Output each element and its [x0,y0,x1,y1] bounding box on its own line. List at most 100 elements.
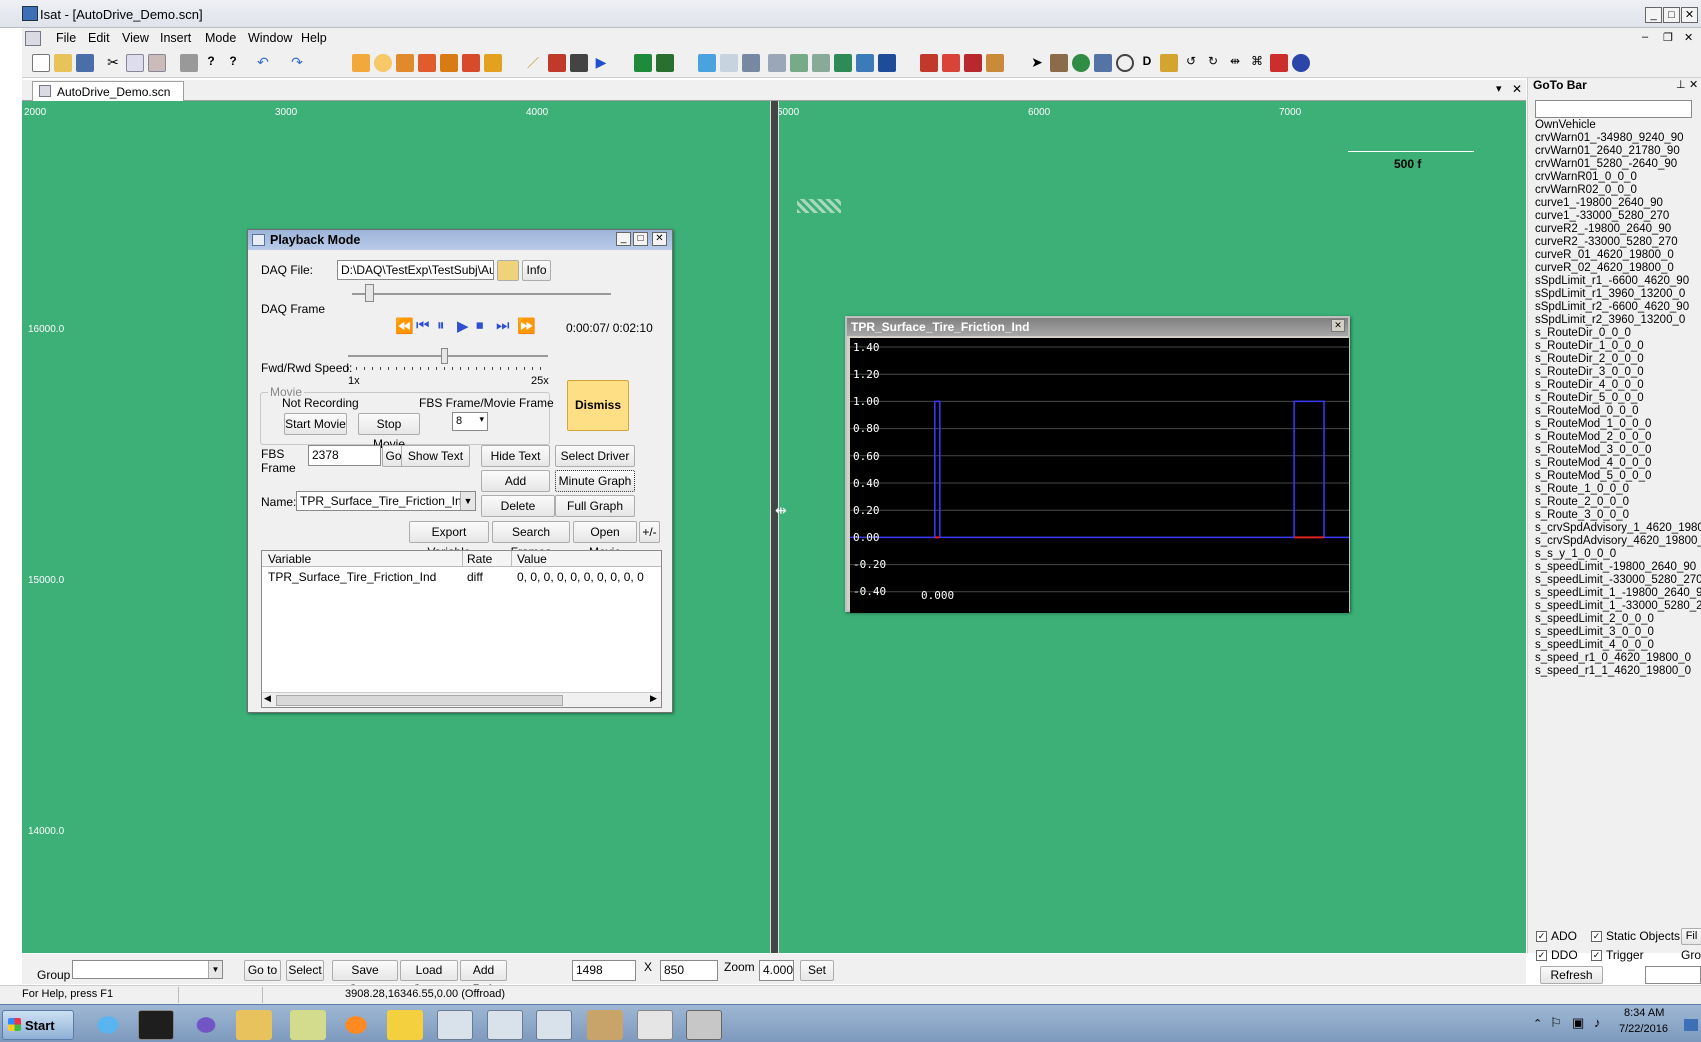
horizontal-scrollbar[interactable]: ◀ ▶ [262,692,661,707]
vehicle-2-icon[interactable] [942,54,960,72]
app-icon-1[interactable] [290,1010,326,1040]
goto-list-item[interactable]: sSpdLimit_r2_3960_13200_0 [1535,314,1685,326]
table-row[interactable]: TPR_Surface_Tire_Friction_Ind diff 0, 0,… [262,569,661,585]
new-file-icon[interactable] [32,54,50,72]
step-back-icon[interactable]: ⏮ [416,317,430,334]
goto-list-item[interactable]: s_RouteDir_5_0_0_0 [1535,392,1644,404]
hide-text-button[interactable]: Hide Text [481,445,550,467]
tool-arrow-icon[interactable] [418,54,436,72]
goto-list-item[interactable]: sSpdLimit_r2_-6600_4620_90 [1535,301,1689,313]
print-icon[interactable] [180,54,198,72]
tool-text-icon[interactable] [484,54,502,72]
y-coord-input[interactable]: 850 [660,960,718,981]
full-graph-button[interactable]: Full Graph [555,495,635,517]
map-icon[interactable] [656,54,674,72]
goto-list-item[interactable]: curveR2_-19800_2640_90 [1535,223,1671,235]
image-icon[interactable] [1094,54,1112,72]
document-icon[interactable] [25,31,41,46]
network-tray-icon[interactable]: ▣ [1572,1015,1584,1031]
tab-close-icon[interactable]: ✕ [1512,82,1522,96]
tool-signal-icon[interactable] [440,54,458,72]
rotate-right-icon[interactable]: ↻ [1204,54,1222,72]
d-tool-icon[interactable]: D [1138,54,1156,72]
info-button[interactable]: Info [522,260,551,281]
goto-list-item[interactable]: s_Route_1_0_0_0 [1535,483,1629,495]
goto-list-item[interactable]: curveR2_-33000_5280_270 [1535,236,1678,248]
goto-list-item[interactable]: s_RouteMod_0_0_0 [1535,405,1639,417]
goto-list-item[interactable]: sSpdLimit_r1_-6600_4620_90 [1535,275,1689,287]
goto-list-item[interactable]: s_speedLimit_4_0_0_0 [1535,639,1654,651]
goto-list-item[interactable]: s_RouteDir_3_0_0_0 [1535,366,1644,378]
ddo-checkbox[interactable]: ✓ [1536,950,1547,961]
name-select[interactable]: TPR_Surface_Tire_Friction_Ind ▼ [296,491,476,511]
open-folder-icon[interactable] [54,54,72,72]
start-button[interactable]: Start [2,1010,74,1040]
static-objects-checkbox[interactable]: ✓ [1591,931,1602,942]
terrain-icon[interactable] [768,54,786,72]
tab-autodrive-demo[interactable]: AutoDrive_Demo.scn [32,81,184,101]
goto-list-item[interactable]: s_speedLimit_-19800_2640_90 [1535,561,1696,573]
goto-button[interactable]: Go to [244,960,281,981]
scroll-right-icon[interactable]: ▶ [650,693,657,704]
goto-list-item[interactable]: crvWarnR01_0_0_0 [1535,171,1637,183]
table-icon[interactable] [878,54,896,72]
daq-file-input[interactable]: D:\DAQ\TestExp\TestSubj\Auto [337,260,494,280]
explorer-icon[interactable] [236,1010,272,1040]
tree-icon[interactable] [790,54,808,72]
dismiss-button[interactable]: Dismiss [567,380,629,431]
menu-view[interactable]: View [122,31,149,45]
search-frames-button[interactable]: Search Frames [492,521,570,559]
menu-window[interactable]: Window [248,31,292,45]
window-icon-1[interactable] [437,1010,473,1040]
show-text-button[interactable]: Show Text [401,445,470,467]
fbs-frame-input[interactable]: 2378 [308,445,381,466]
group-select[interactable]: ▼ [72,960,223,979]
flag-icon[interactable]: ⚐ [1550,1015,1562,1031]
goto-list-item[interactable]: crvWarn01_-34980_9240_90 [1535,132,1684,144]
add-ref-button[interactable]: Add Ref. [460,960,507,996]
goto-list-item[interactable]: crvWarn01_2640_21780_90 [1535,145,1680,157]
view-icon[interactable] [698,54,716,72]
step-forward-icon[interactable]: ⏭ [496,317,510,334]
cut-icon[interactable]: ✂ [104,54,122,72]
goto-list-item[interactable]: curve1_-19800_2640_90 [1535,197,1663,209]
goto-list-item[interactable]: curve1_-33000_5280_270 [1535,210,1669,222]
col-value[interactable]: Value [517,552,547,566]
undo-icon[interactable]: ↶ [254,54,272,72]
copy-icon[interactable] [126,54,144,72]
tool-clock-icon[interactable] [374,54,392,72]
add-variable-button[interactable]: Add Variable [481,470,550,508]
ado-checkbox[interactable]: ✓ [1536,931,1547,942]
menu-edit[interactable]: Edit [88,31,110,45]
goto-list-item[interactable]: s_Route_2_0_0_0 [1535,496,1629,508]
play-tool-icon[interactable]: ▶ [592,54,610,72]
chart-icon[interactable] [834,54,852,72]
clock-time[interactable]: 8:34 AM [1624,1007,1664,1019]
goto-list-item[interactable]: curveR_02_4620_19800_0 [1535,262,1674,274]
scroll-left-icon[interactable]: ◀ [264,693,271,704]
tool-bars-icon[interactable] [396,54,414,72]
save-group-button[interactable]: Save Group [332,960,398,996]
browse-folder-icon[interactable] [497,260,519,281]
app-icon-3[interactable] [637,1010,673,1040]
plant-icon[interactable] [812,54,830,72]
dialog-close-button[interactable]: ✕ [652,232,667,246]
maximize-button[interactable]: □ [1663,7,1680,23]
pin-icon[interactable]: ⊥ [1676,78,1686,91]
graph-close-button[interactable]: ✕ [1331,319,1345,332]
colors-icon[interactable] [856,54,874,72]
select-driver-button[interactable]: Select Driver [555,445,635,467]
rotate-left-icon[interactable]: ↺ [1182,54,1200,72]
scenario-canvas[interactable]: 2000 3000 4000 5000 6000 7000 16000.0 15… [22,101,1526,953]
goto-list-item[interactable]: s_speedLimit_1_-33000_5280_2 [1535,600,1701,612]
goto-group-input[interactable] [1645,966,1701,984]
target-icon[interactable] [1116,54,1134,72]
window-icon-3[interactable] [536,1010,572,1040]
goto-list-item[interactable]: s_Route_3_0_0_0 [1535,509,1629,521]
n-icon[interactable] [1292,54,1310,72]
minute-graph-button[interactable]: Minute Graph [555,470,635,492]
cmd-icon[interactable] [138,1010,174,1040]
window-icon-2[interactable] [487,1010,523,1040]
mdi-close-icon[interactable]: ✕ [1684,31,1693,44]
goto-list-item[interactable]: s_RouteDir_2_0_0_0 [1535,353,1644,365]
